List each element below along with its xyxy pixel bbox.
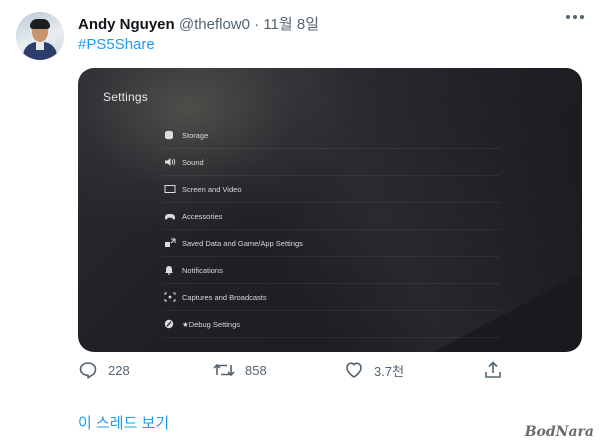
watermark-logo: BodNara [524,424,594,440]
menu-item-label: Saved Data and Game/App Settings [182,238,303,248]
menu-item-label: ★Debug Settings [182,319,241,329]
menu-item-label: Accessories [182,211,223,221]
ps5-settings-menu: Storage Sound Screen and Video Accessori… [162,122,500,338]
menu-item-label: Captures and Broadcasts [182,292,267,302]
menu-item-sound: Sound [162,149,500,176]
tweet-header: Andy Nguyen @theflow0 · 11월 8일 [78,13,319,34]
menu-item-label: Screen and Video [182,184,242,194]
menu-item-captures: Captures and Broadcasts [162,284,500,311]
menu-item-debug: ★Debug Settings [162,311,500,338]
tweet-media-image[interactable]: Settings Storage Sound Screen and Video … [78,68,582,352]
author-handle[interactable]: @theflow0 [179,16,250,33]
menu-item-storage: Storage [162,122,500,149]
show-thread-link[interactable]: 이 스레드 보기 [78,412,169,433]
menu-item-saved-data: Saved Data and Game/App Settings [162,230,500,257]
menu-item-label: Storage [182,130,209,140]
bell-icon [164,263,182,277]
tweet-date[interactable]: 11월 8일 [263,16,319,33]
debug-icon [164,317,182,331]
separator-dot: · [254,16,260,33]
like-button[interactable]: 3.7천 [344,360,404,380]
sound-icon [164,155,182,169]
menu-item-accessories: Accessories [162,203,500,230]
author-name[interactable]: Andy Nguyen [78,16,175,33]
menu-item-screen-video: Screen and Video [162,176,500,203]
accessories-icon [164,209,182,223]
reply-icon [78,360,98,380]
saved-data-icon [164,236,182,250]
menu-item-label: Notifications [182,265,223,275]
like-count: 3.7천 [374,363,405,379]
storage-icon [164,128,182,142]
menu-item-notifications: Notifications [162,257,500,284]
share-icon [483,360,503,380]
retweet-count: 858 [245,362,267,378]
hashtag-link[interactable]: #PS5Share [78,36,155,53]
more-options-icon[interactable] [566,15,584,19]
retweet-icon [213,360,235,380]
captures-icon [164,290,182,304]
avatar[interactable] [16,12,64,60]
tweet-actions: 228 858 3.7천 [78,360,582,390]
reply-count: 228 [108,362,130,378]
heart-icon [344,360,364,380]
screen-icon [164,182,182,196]
ps5-settings-title: Settings [103,90,148,104]
reply-button[interactable]: 228 [78,360,130,380]
menu-item-label: Sound [182,157,204,167]
share-button[interactable] [483,360,503,380]
retweet-button[interactable]: 858 [213,360,267,380]
